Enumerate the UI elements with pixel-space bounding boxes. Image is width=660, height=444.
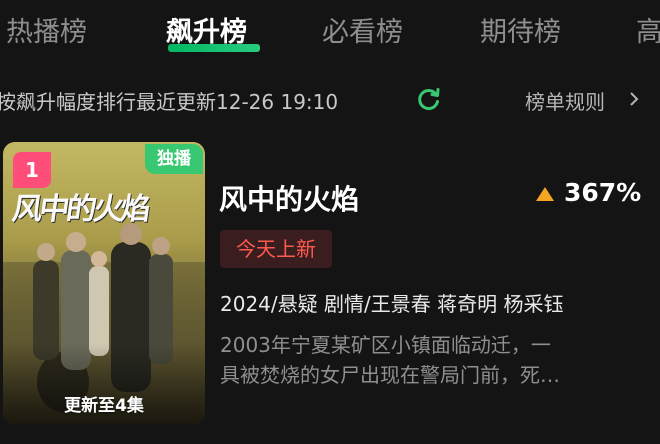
tab-must-watch[interactable]: 必看榜 — [322, 10, 403, 49]
exclusive-badge: 独播 — [145, 144, 203, 174]
description-line: 具被焚烧的女尸出现在警局门前，死… — [220, 363, 560, 387]
description-line: 2003年宁夏某矿区小镇面临动迁，一 — [220, 333, 551, 357]
tab-anticipated[interactable]: 期待榜 — [480, 10, 561, 49]
show-title[interactable]: 风中的火焰 — [219, 178, 359, 218]
show-description: 2003年宁夏某矿区小镇面临动迁，一 具被焚烧的女尸出现在警局门前，死… — [220, 330, 645, 390]
ranking-subheader: 按飙升幅度排行最近更新12-26 19:10 榜单规则 — [0, 84, 660, 118]
ranking-tab-bar: 热播榜 飙升榜 必看榜 期待榜 高 — [0, 0, 660, 62]
chevron-right-icon — [630, 92, 639, 106]
episode-status: 更新至4集 — [64, 396, 144, 416]
ranking-list-item[interactable]: 风中的火焰 1 独播 更新至4集 风中的火焰 367% 今天上新 2024/悬疑… — [0, 140, 660, 430]
poster-title-text: 风中的火焰 — [10, 192, 150, 227]
trend-up-icon — [536, 187, 554, 201]
update-time-text: 按飙升幅度排行最近更新12-26 19:10 — [0, 90, 339, 114]
new-release-badge: 今天上新 — [220, 230, 332, 268]
trend-value: 367% — [564, 178, 642, 207]
show-poster[interactable]: 风中的火焰 1 独播 更新至4集 — [3, 142, 205, 424]
refresh-icon[interactable] — [416, 86, 442, 112]
tab-hot[interactable]: 热播榜 — [6, 10, 87, 49]
tab-more[interactable]: 高 — [636, 10, 660, 49]
ranking-rules-link[interactable]: 榜单规则 — [525, 86, 605, 115]
rank-badge: 1 — [13, 152, 51, 188]
show-meta: 2024/悬疑 剧情/王景春 蒋奇明 杨采钰 — [220, 292, 564, 316]
active-tab-indicator — [168, 44, 260, 52]
